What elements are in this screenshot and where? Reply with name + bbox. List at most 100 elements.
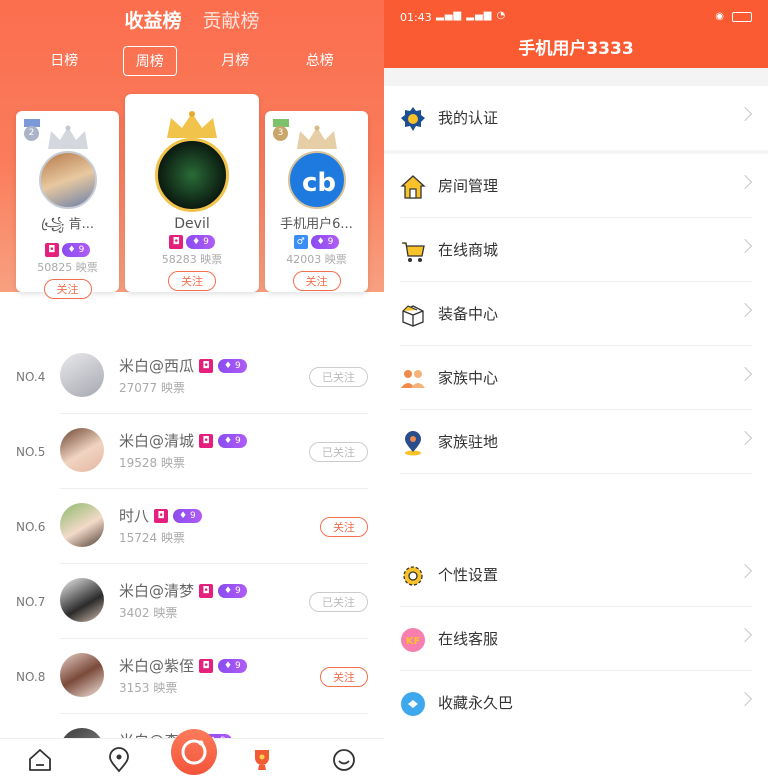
avatar[interactable] xyxy=(60,503,104,547)
menu-label: 在线客服 xyxy=(438,630,499,648)
vote-count: 3402 映票 xyxy=(119,606,178,620)
avatar[interactable] xyxy=(60,428,104,472)
podium-card-3[interactable]: 3 cb 手机用户6... ♂ ♦ 9 42003 映票 关注 xyxy=(265,111,368,292)
avatar[interactable] xyxy=(60,653,104,697)
user-name: 时八 xyxy=(119,507,150,525)
vote-count: 50825 映票 xyxy=(37,261,98,274)
profile-menu-screen: 01:43 ▂▄▆ ▂▄▆ ◔ ◉ 手机用户3333 我的认证 房间管理 在线商… xyxy=(384,0,768,778)
silver-medal-icon: 2 xyxy=(24,119,40,141)
follow-button[interactable]: 关注 xyxy=(43,279,92,299)
chevron-right-icon xyxy=(737,627,753,643)
chevron-right-icon xyxy=(737,106,753,122)
live-badge-icon: ◘ xyxy=(154,508,169,523)
bookmark-icon xyxy=(401,692,425,716)
live-badge-icon: ◘ xyxy=(44,243,59,257)
app-logo-icon: cb xyxy=(301,168,335,198)
gear-icon xyxy=(403,566,423,586)
level-badge: ♦ 9 xyxy=(218,433,247,448)
menu-item-personal-settings[interactable]: 个性设置 xyxy=(384,543,768,607)
level-badge: ♦ 9 xyxy=(218,583,247,598)
menu-label: 家族驻地 xyxy=(438,433,499,451)
podium-name: 手机用户6... xyxy=(280,217,353,232)
bronze-medal-icon: 3 xyxy=(273,119,289,141)
user-name: 米白@清城 xyxy=(119,432,195,450)
trophy-icon[interactable] xyxy=(249,747,275,773)
home-icon[interactable] xyxy=(27,747,53,773)
tab-day[interactable]: 日榜 xyxy=(38,46,90,76)
vote-count: 19528 映票 xyxy=(119,456,185,470)
menu-item-bookmark[interactable]: 收藏永久巴 xyxy=(384,671,768,735)
crown-icon xyxy=(47,125,88,149)
rank-row[interactable]: NO.6 时八 ◘ ♦ 9 15724 映票 关注 xyxy=(0,489,384,564)
menu-item-customer-service[interactable]: KF 在线客服 xyxy=(384,607,768,671)
live-badge-icon: ◘ xyxy=(199,358,214,373)
rank-number: NO.6 xyxy=(16,519,46,534)
menu-item-room-management[interactable]: 房间管理 xyxy=(384,154,768,218)
badge-gear-icon xyxy=(401,107,425,131)
rank-row[interactable]: NO.5 米白@清城 ◘ ♦ 9 19528 映票 已关注 xyxy=(0,414,384,489)
camera-icon[interactable] xyxy=(171,729,217,775)
following-button[interactable]: 已关注 xyxy=(309,367,368,387)
menu-label: 个性设置 xyxy=(438,566,499,584)
avatar[interactable] xyxy=(60,578,104,622)
vote-count: 15724 映票 xyxy=(119,531,185,545)
live-badge-icon: ◘ xyxy=(169,235,184,249)
follow-button[interactable]: 关注 xyxy=(168,271,216,291)
tab-week[interactable]: 周榜 xyxy=(122,46,177,76)
level-badge: ♦ 9 xyxy=(61,243,91,257)
avatar[interactable] xyxy=(38,151,97,209)
cart-icon xyxy=(402,242,425,262)
menu-item-family-base[interactable]: 家族驻地 xyxy=(384,410,768,474)
menu-item-certification[interactable]: 我的认证 xyxy=(384,86,768,150)
avatar[interactable] xyxy=(155,138,229,212)
user-name: 米白@西瓜 xyxy=(119,357,195,375)
menu-label: 在线商城 xyxy=(438,241,499,259)
location-icon[interactable] xyxy=(106,747,132,773)
tab-month[interactable]: 月榜 xyxy=(209,46,261,76)
rank-row[interactable]: NO.7 米白@清梦 ◘ ♦ 9 3402 映票 已关注 xyxy=(0,564,384,639)
vote-count: 27077 映票 xyxy=(119,381,185,395)
rank-row[interactable]: NO.8 米白@紫侄 ◘ ♦ 9 3153 映票 关注 xyxy=(0,639,384,714)
podium-card-1[interactable]: Devil ◘ ♦ 9 58283 映票 关注 xyxy=(125,94,259,292)
chevron-right-icon xyxy=(737,366,753,382)
podium-name: Devil xyxy=(174,216,210,232)
menu-label: 房间管理 xyxy=(438,177,499,195)
svg-text:cb: cb xyxy=(301,168,335,198)
gender-badge-icon: ♂ xyxy=(293,235,308,249)
live-badge-icon: ◘ xyxy=(199,658,214,673)
box-icon xyxy=(402,305,424,327)
menu-item-family-center[interactable]: 家族中心 xyxy=(384,346,768,410)
level-badge: ♦ 9 xyxy=(310,235,340,249)
user-name: 米白@紫侄 xyxy=(119,657,195,675)
menu-item-online-mall[interactable]: 在线商城 xyxy=(384,218,768,282)
map-pin-icon xyxy=(405,431,421,456)
menu-label: 收藏永久巴 xyxy=(438,694,514,712)
follow-button[interactable]: 关注 xyxy=(320,667,368,687)
avatar[interactable] xyxy=(60,353,104,397)
chevron-right-icon xyxy=(737,238,753,254)
following-button[interactable]: 已关注 xyxy=(309,442,368,462)
podium-card-2[interactable]: 2 ꧁ꦿ 肯... ◘ ♦ 9 50825 映票 关注 xyxy=(16,111,119,299)
live-badge-icon: ◘ xyxy=(199,433,214,448)
podium-name: ꧁ꦿ 肯... xyxy=(41,217,94,232)
menu-label: 装备中心 xyxy=(438,305,499,323)
rank-number: NO.7 xyxy=(16,594,46,609)
level-badge: ♦ 9 xyxy=(173,508,202,523)
avatar[interactable]: cb xyxy=(287,151,346,209)
app-header: 01:43 ▂▄▆ ▂▄▆ ◔ ◉ 手机用户3333 xyxy=(384,0,768,68)
tab-contribution-rank[interactable]: 贡献榜 xyxy=(203,6,260,33)
rank-row[interactable]: NO.4 米白@西瓜 ◘ ♦ 9 27077 映票 已关注 xyxy=(0,339,384,414)
kf-icon: KF xyxy=(401,628,425,652)
chevron-right-icon xyxy=(737,563,753,579)
tab-income-rank[interactable]: 收益榜 xyxy=(124,6,181,33)
follow-button[interactable]: 关注 xyxy=(320,517,368,537)
rank-number: NO.5 xyxy=(16,444,46,459)
following-button[interactable]: 已关注 xyxy=(309,592,368,612)
chevron-right-icon xyxy=(737,691,753,707)
smile-icon[interactable] xyxy=(331,747,357,773)
follow-button[interactable]: 关注 xyxy=(292,271,341,291)
ranking-screen: 收益榜 贡献榜 日榜 周榜 月榜 总榜 2 ꧁ꦿ 肯... ◘ ♦ 9 50825… xyxy=(0,0,384,778)
menu-item-equipment-center[interactable]: 装备中心 xyxy=(384,282,768,346)
menu-label: 家族中心 xyxy=(438,369,499,387)
tab-total[interactable]: 总榜 xyxy=(294,46,346,76)
